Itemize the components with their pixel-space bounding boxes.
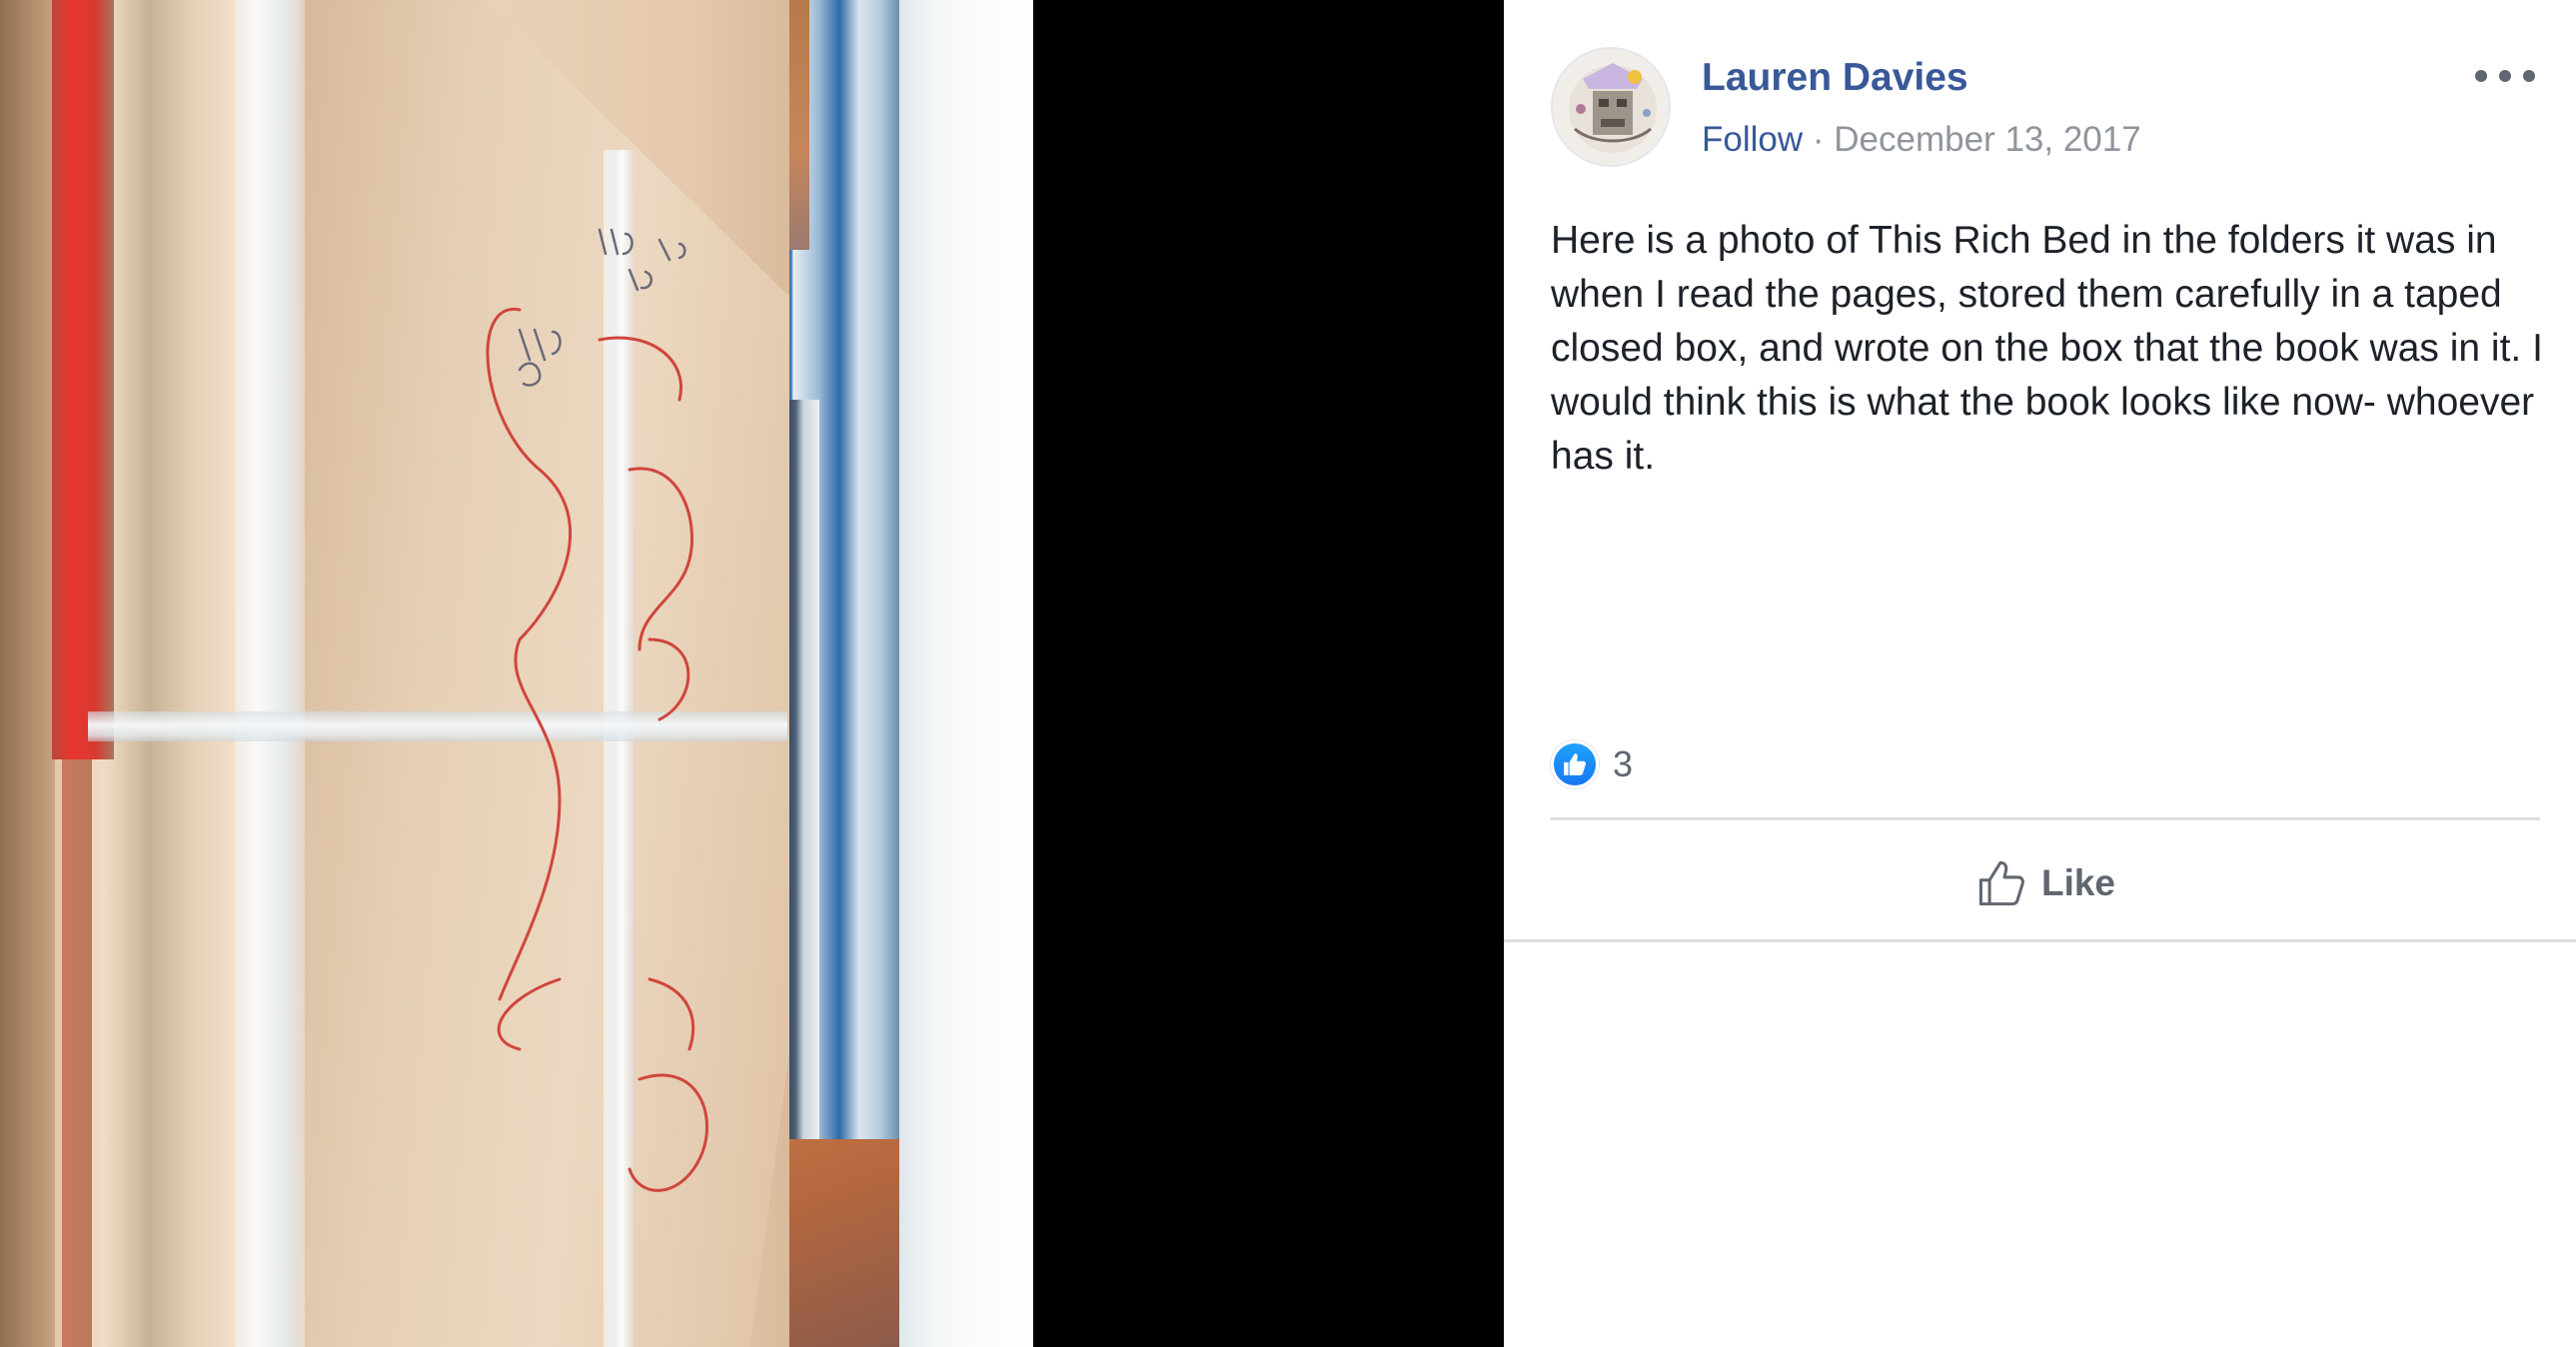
like-button-label: Like: [2040, 862, 2116, 903]
thumbs-up-outline-icon: [1978, 860, 2024, 906]
more-options-button[interactable]: [2475, 56, 2535, 96]
post-panel: Lauren Davies Follow · December 13, 2017…: [1504, 0, 2576, 1347]
actions-divider-top: [1551, 817, 2540, 820]
reaction-count: 3: [1613, 743, 1634, 784]
photo-handwriting-scribbles: [486, 228, 708, 1192]
more-options-icon-dot: [2523, 70, 2535, 82]
like-reaction-icon: [1551, 740, 1599, 788]
thumbs-up-icon: [1564, 753, 1586, 775]
like-button[interactable]: Like: [1551, 831, 2540, 935]
actions-divider-bottom: [1504, 939, 2576, 942]
more-options-icon: [2475, 70, 2487, 82]
meta-separator: ·: [1812, 120, 1835, 159]
follow-link[interactable]: Follow: [1702, 120, 1803, 159]
post-date[interactable]: December 13, 2017: [1834, 120, 2140, 159]
photo-viewer: [0, 0, 1504, 1347]
more-options-icon-dot: [2499, 70, 2511, 82]
author-avatar[interactable]: [1551, 47, 1671, 167]
author-name-link[interactable]: Lauren Davies: [1702, 56, 1968, 100]
reactions-summary[interactable]: 3: [1551, 739, 1633, 789]
post-meta: Follow · December 13, 2017: [1702, 120, 2141, 160]
post-text: Here is a photo of This Rich Bed in the …: [1551, 219, 2543, 478]
avatar-image: [1553, 49, 1669, 165]
post-photo[interactable]: [0, 0, 1033, 1347]
